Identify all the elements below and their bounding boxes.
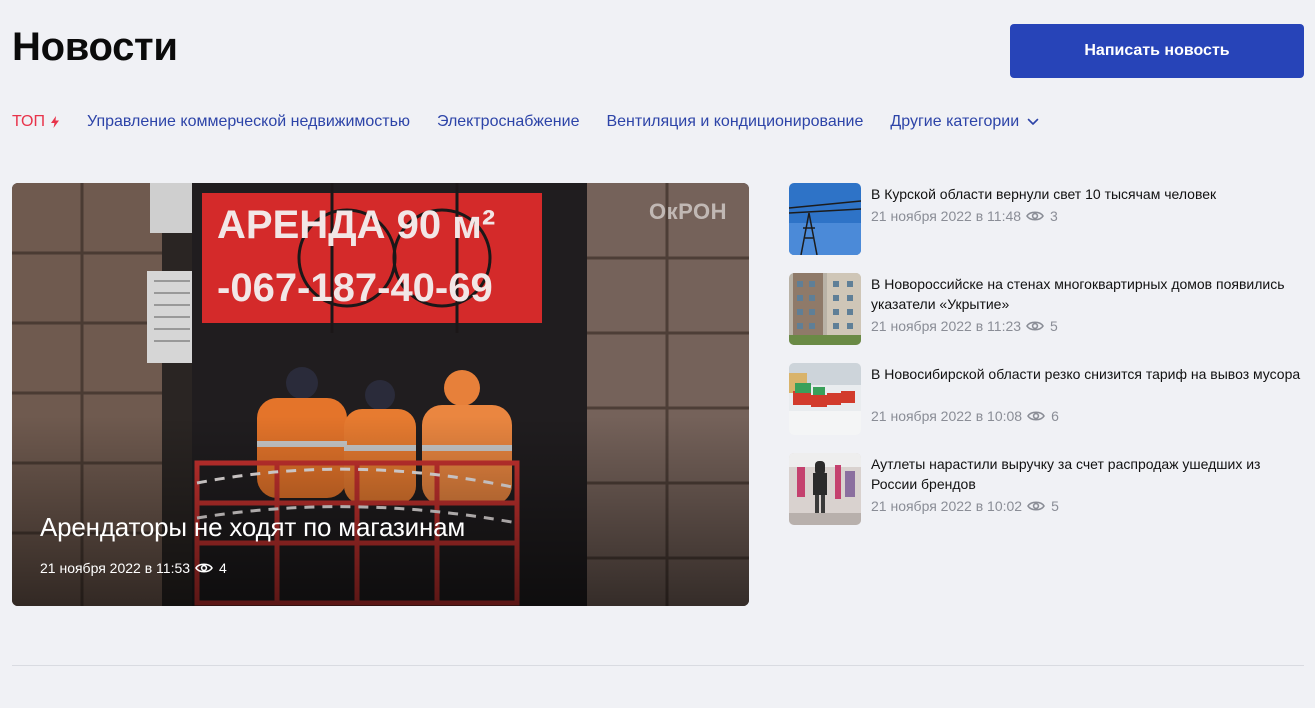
lightning-icon (51, 116, 59, 128)
news-item-title[interactable]: В Курской области вернули свет 10 тысяча… (871, 184, 1301, 204)
eye-icon (1026, 211, 1044, 221)
news-item[interactable]: В Новосибирской области резко снизится т… (789, 363, 1309, 435)
news-page: Новости Написать новость ТОП Управление … (0, 0, 1315, 708)
news-item-title[interactable]: Аутлеты нарастили выручку за счет распро… (871, 454, 1301, 494)
news-item-title[interactable]: В Новороссийске на стенах многоквартирны… (871, 274, 1301, 314)
category-power-supply[interactable]: Электроснабжение (437, 113, 580, 131)
news-item[interactable]: В Новороссийске на стенах многоквартирны… (789, 273, 1309, 345)
eye-icon (1026, 321, 1044, 331)
featured-news-views: 4 (219, 560, 227, 576)
news-item[interactable]: В Курской области вернули свет 10 тысяча… (789, 183, 1309, 255)
news-item-meta: 21 ноября 2022 в 11:48 3 (871, 208, 1058, 224)
news-item-views: 5 (1050, 318, 1058, 334)
write-news-button[interactable]: Написать новость (1010, 23, 1304, 78)
page-header: Новости Написать новость (12, 22, 1304, 78)
section-divider (12, 665, 1304, 666)
news-item-date: 21 ноября 2022 в 10:08 (871, 408, 1023, 424)
category-commercial-property[interactable]: Управление коммерческой недвижимостью (87, 113, 410, 131)
news-item[interactable]: Аутлеты нарастили выручку за счет распро… (789, 453, 1309, 525)
featured-news-card[interactable]: АРЕНДА 90 м² -067-187-40-69 ОкРОН Аренда… (12, 183, 749, 606)
news-item-views: 6 (1051, 408, 1059, 424)
svg-text:-067-187-40-69: -067-187-40-69 (217, 266, 493, 310)
news-item-meta: 21 ноября 2022 в 11:23 5 (871, 318, 1058, 334)
featured-news-meta: 21 ноября 2022 в 11:53 4 (40, 560, 227, 576)
category-more-label: Другие категории (890, 113, 1020, 130)
news-item-title[interactable]: В Новосибирской области резко снизится т… (871, 364, 1301, 384)
category-ventilation[interactable]: Вентиляция и кондиционирование (606, 113, 863, 131)
photo-watermark: ОкРОН (649, 199, 728, 224)
news-item-views: 3 (1050, 208, 1058, 224)
news-item-meta: 21 ноября 2022 в 10:08 6 (871, 408, 1059, 424)
category-top-label: ТОП (12, 113, 45, 130)
featured-news-overlay (12, 416, 749, 606)
page-title: Новости (12, 24, 178, 69)
chevron-down-icon (1027, 118, 1039, 125)
news-thumbnail (789, 183, 861, 255)
news-thumbnail (789, 363, 861, 435)
category-nav: ТОП Управление коммерческой недвижимость… (12, 111, 1066, 133)
news-item-date: 21 ноября 2022 в 11:23 (871, 318, 1022, 334)
eye-icon (1027, 501, 1046, 511)
eye-icon (195, 563, 213, 573)
featured-news-date: 21 ноября 2022 в 11:53 (40, 560, 191, 576)
news-item-date: 21 ноября 2022 в 11:48 (871, 208, 1022, 224)
category-top[interactable]: ТОП (12, 113, 60, 131)
category-more-dropdown[interactable]: Другие категории (890, 113, 1039, 131)
news-item-date: 21 ноября 2022 в 10:02 (871, 498, 1023, 514)
news-item-meta: 21 ноября 2022 в 10:02 5 (871, 498, 1059, 514)
svg-text:АРЕНДА 90 м²: АРЕНДА 90 м² (217, 203, 495, 247)
news-thumbnail (789, 273, 861, 345)
featured-news-title[interactable]: Арендаторы не ходят по магазинам (40, 512, 465, 543)
eye-icon (1027, 411, 1046, 421)
news-item-views: 5 (1051, 498, 1059, 514)
news-thumbnail (789, 453, 861, 525)
